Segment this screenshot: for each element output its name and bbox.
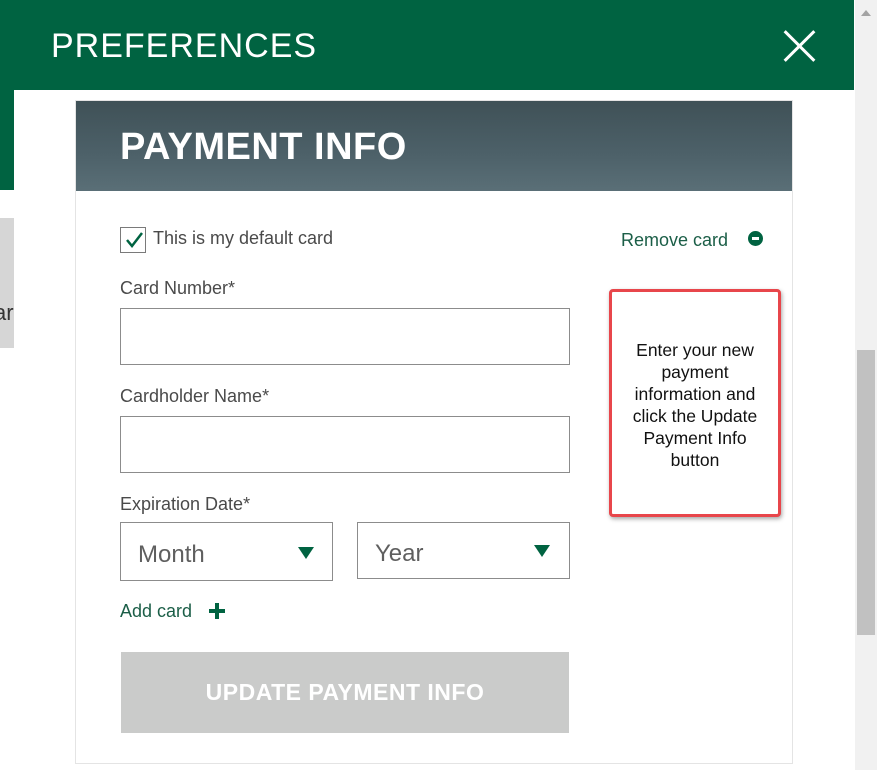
scroll-up-arrow-icon[interactable] bbox=[861, 10, 871, 16]
callout-text: Enter your new payment information and c… bbox=[632, 340, 758, 470]
minus-circle-icon[interactable] bbox=[748, 231, 763, 246]
modal-title: PREFERENCES bbox=[51, 27, 318, 65]
year-select-value: Year bbox=[375, 540, 424, 567]
year-select[interactable]: Year bbox=[357, 522, 570, 579]
background-header bbox=[0, 0, 14, 190]
chevron-down-icon bbox=[298, 547, 314, 559]
expiration-date-label: Expiration Date* bbox=[120, 494, 251, 514]
scrollbar-thumb[interactable] bbox=[857, 350, 875, 635]
remove-card-link[interactable]: Remove card bbox=[621, 230, 728, 251]
plus-icon[interactable] bbox=[209, 603, 225, 619]
cardholder-name-label: Cardholder Name* bbox=[120, 386, 270, 406]
instruction-callout: Enter your new payment information and c… bbox=[609, 289, 781, 517]
checkmark-icon bbox=[126, 232, 143, 248]
month-select[interactable]: Month bbox=[120, 522, 333, 581]
add-card-link[interactable]: Add card bbox=[120, 601, 192, 622]
chevron-down-icon bbox=[534, 545, 550, 557]
card-number-label: Card Number* bbox=[120, 278, 236, 298]
payment-info-header: PAYMENT INFO bbox=[76, 101, 792, 191]
background-band bbox=[0, 218, 14, 348]
modal-header: PREFERENCES bbox=[14, 0, 854, 90]
card-number-input[interactable] bbox=[120, 308, 570, 365]
default-card-label: This is my default card bbox=[153, 228, 334, 248]
month-select-value: Month bbox=[138, 541, 205, 568]
background-text: ar bbox=[0, 300, 14, 325]
payment-info-title: PAYMENT INFO bbox=[120, 126, 407, 168]
update-payment-info-button[interactable]: UPDATE PAYMENT INFO bbox=[121, 652, 569, 733]
default-card-checkbox[interactable] bbox=[120, 227, 146, 253]
cardholder-name-input[interactable] bbox=[120, 416, 570, 473]
close-icon[interactable] bbox=[782, 28, 818, 64]
